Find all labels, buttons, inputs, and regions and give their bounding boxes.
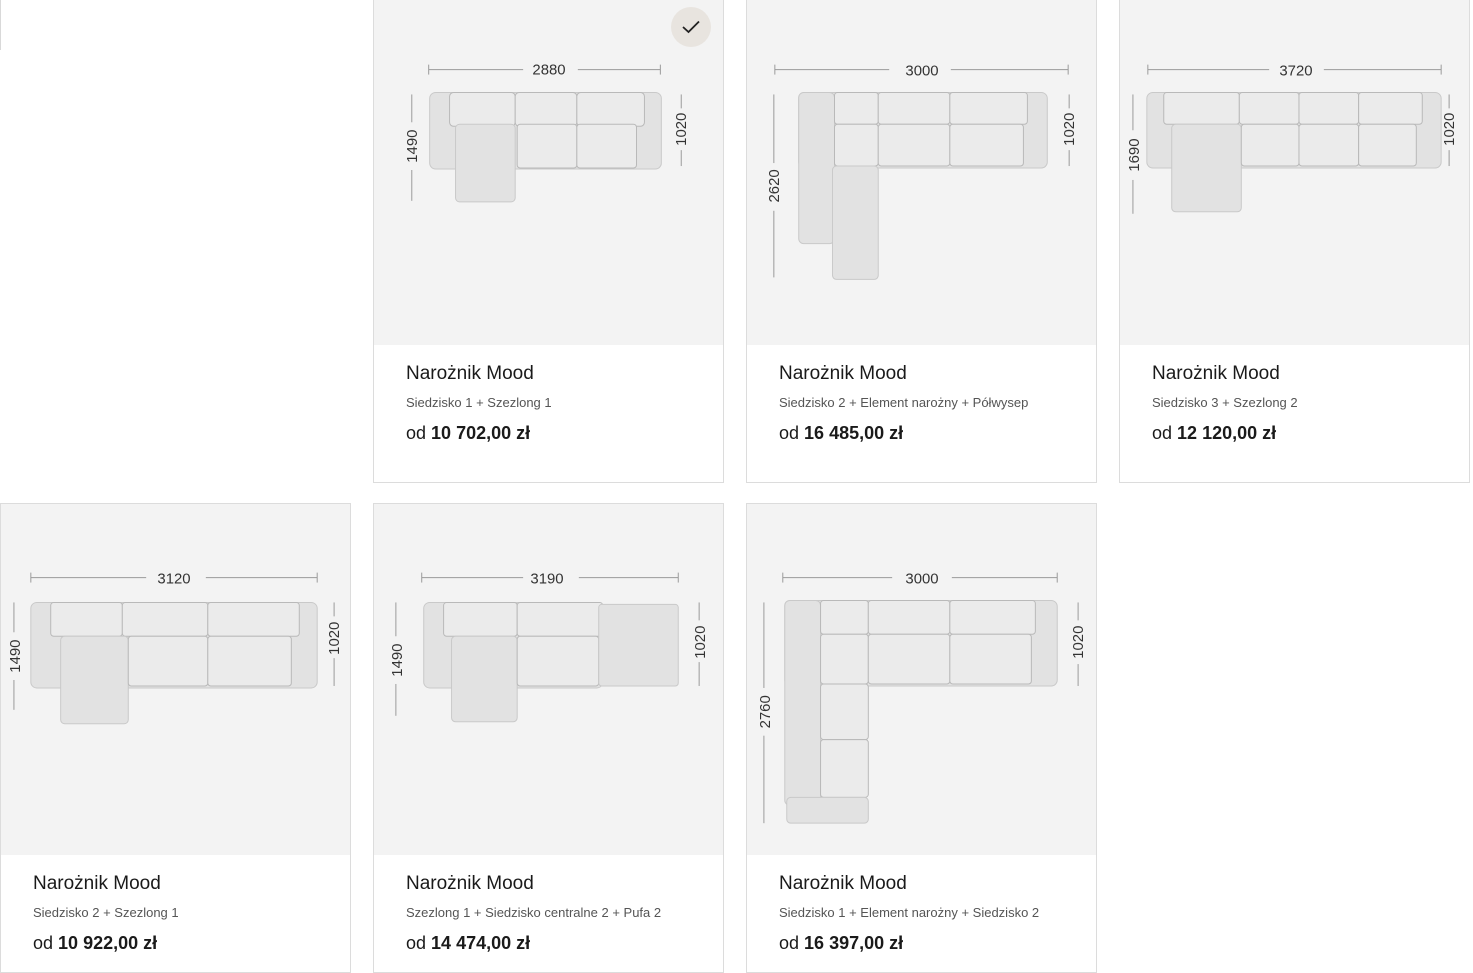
dimension-left: 1490 (390, 644, 406, 677)
dimension-left: 1690 (1127, 139, 1143, 172)
dimension-right: 1020 (1062, 113, 1078, 146)
price-value: 14 474,00 zł (431, 933, 531, 953)
dimension-width: 2880 (532, 63, 565, 79)
product-config: Siedzisko 3 + Szezlong 2 (1152, 395, 1298, 410)
product-config: Siedzisko 2 + Szezlong 1 (33, 905, 179, 920)
product-price: od 10 922,00 zł (33, 933, 157, 954)
dimension-left: 2620 (767, 169, 783, 202)
dimension-right: 1020 (674, 113, 690, 146)
dimension-right: 1020 (1071, 626, 1087, 659)
price-value: 12 120,00 zł (1177, 423, 1277, 443)
product-image: 3720 1690 1020 (1120, 0, 1469, 345)
product-title[interactable]: Narożnik Mood (779, 363, 907, 385)
dimension-right: 1020 (327, 622, 343, 655)
product-config: Siedzisko 1 + Element narożny + Siedzisk… (779, 905, 1040, 920)
product-config: Szezlong 1 + Siedzisko centralne 2 + Puf… (406, 905, 662, 920)
price-prefix: od (779, 933, 800, 953)
product-card[interactable]: 3120 1490 1020 Narożnik Mood Siedzisko 2… (0, 503, 351, 973)
left-edge-divider (0, 0, 1, 50)
price-prefix: od (406, 423, 427, 443)
product-title[interactable]: Narożnik Mood (779, 873, 907, 895)
dimension-width: 3000 (905, 64, 938, 80)
price-value: 16 485,00 zł (804, 423, 904, 443)
price-value: 10 702,00 zł (431, 423, 531, 443)
product-title[interactable]: Narożnik Mood (1152, 363, 1280, 385)
product-price: od 16 485,00 zł (779, 423, 903, 444)
price-prefix: od (33, 933, 54, 953)
product-card[interactable]: 3000 2620 1020 Narożnik Mood Siedzisko 2… (746, 0, 1097, 483)
product-card[interactable]: 2880 1490 1020 Narożnik Mood Siedzisko 1… (373, 0, 724, 483)
product-image: 3000 2760 1020 (747, 504, 1096, 855)
dimension-width: 3190 (530, 572, 563, 588)
dimension-width: 3000 (905, 572, 938, 588)
price-prefix: od (779, 423, 800, 443)
dimension-right: 1020 (1442, 113, 1458, 146)
product-price: od 12 120,00 zł (1152, 423, 1276, 444)
dimension-left: 1490 (8, 640, 24, 673)
product-card[interactable]: 3000 2760 1020 Narożnik Mood Siedzisko 1… (746, 503, 1097, 973)
product-card[interactable]: 3720 1690 1020 Narożnik Mood Siedzisko 3… (1119, 0, 1470, 483)
product-card[interactable]: 3190 1490 1020 Narożnik Mood Szezlong 1 … (373, 503, 724, 973)
product-title[interactable]: Narożnik Mood (406, 873, 534, 895)
product-image: 3000 2620 1020 (747, 0, 1096, 345)
dimension-left: 1490 (405, 130, 421, 163)
product-image: 2880 1490 1020 (374, 0, 723, 345)
dimension-right: 1020 (693, 626, 709, 659)
dimension-width: 3720 (1279, 64, 1312, 80)
dimension-left: 2760 (758, 695, 774, 728)
dimension-width: 3120 (157, 572, 190, 588)
product-image: 3190 1490 1020 (374, 504, 723, 855)
product-title[interactable]: Narożnik Mood (33, 873, 161, 895)
product-config: Siedzisko 2 + Element narożny + Półwysep (779, 395, 1029, 410)
product-price: od 16 397,00 zł (779, 933, 903, 954)
price-value: 10 922,00 zł (58, 933, 158, 953)
product-image: 3120 1490 1020 (1, 504, 350, 855)
price-prefix: od (406, 933, 427, 953)
product-price: od 14 474,00 zł (406, 933, 530, 954)
selected-badge[interactable] (671, 7, 711, 47)
check-icon (682, 20, 700, 34)
price-prefix: od (1152, 423, 1173, 443)
price-value: 16 397,00 zł (804, 933, 904, 953)
product-config: Siedzisko 1 + Szezlong 1 (406, 395, 552, 410)
product-title[interactable]: Narożnik Mood (406, 363, 534, 385)
product-price: od 10 702,00 zł (406, 423, 530, 444)
